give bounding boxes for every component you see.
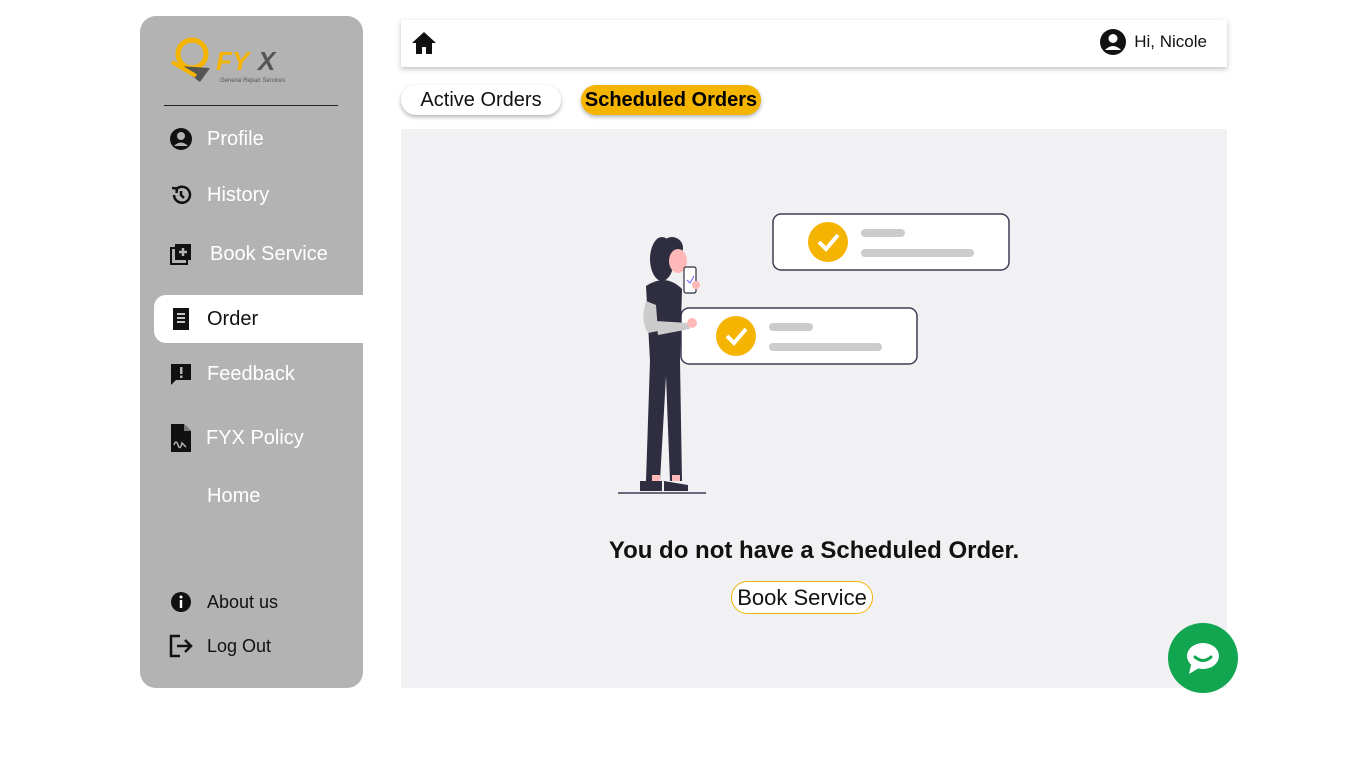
- empty-state-illustration: [618, 213, 1010, 494]
- sidebar-item-profile[interactable]: Profile: [154, 115, 363, 163]
- logout-icon: [168, 633, 194, 659]
- about-us-label: About us: [207, 591, 279, 612]
- book-service-button[interactable]: Book Service: [731, 581, 873, 614]
- sidebar-item-label: Book Service: [210, 242, 328, 265]
- user-greeting: Hi, Nicole: [1134, 32, 1207, 51]
- home-icon[interactable]: [411, 30, 437, 56]
- sidebar-item-label: Home: [207, 484, 261, 507]
- fyx-logo[interactable]: FY X General Repair Services: [170, 32, 300, 88]
- sidebar-item-history[interactable]: History: [154, 171, 363, 219]
- sidebar-item-label: Order: [207, 307, 259, 330]
- sidebar-item-label: History: [207, 183, 270, 206]
- policy-document-icon: [168, 424, 194, 452]
- history-icon: [168, 182, 194, 208]
- chat-bubble-icon: [1187, 643, 1219, 674]
- sidebar-item-feedback[interactable]: Feedback: [154, 350, 363, 398]
- sidebar-item-order[interactable]: Order: [154, 295, 363, 343]
- feedback-icon: [168, 361, 194, 387]
- user-circle-icon: [168, 126, 194, 152]
- svg-text:General Repair Services: General Repair Services: [220, 78, 285, 84]
- sidebar-item-fyx-policy[interactable]: FYX Policy: [154, 414, 363, 462]
- top-bar: Hi, Nicole: [401, 20, 1227, 67]
- user-avatar-icon: [1100, 29, 1127, 55]
- sidebar-item-label: Profile: [207, 127, 264, 150]
- orders-panel: You do not have a Scheduled Order. Book …: [401, 129, 1227, 688]
- add-library-icon: [168, 241, 194, 267]
- logo-divider: [164, 105, 338, 106]
- sidebar-item-home[interactable]: Home: [154, 472, 363, 520]
- receipt-icon: [168, 306, 194, 332]
- user-menu[interactable]: Hi, Nicole: [1099, 27, 1207, 57]
- sidebar-item-book-service[interactable]: Book Service: [154, 230, 363, 278]
- info-icon: [168, 589, 194, 615]
- log-out-label: Log Out: [207, 635, 272, 656]
- chat-button[interactable]: [1168, 623, 1238, 693]
- empty-state-message: You do not have a Scheduled Order.: [608, 537, 1020, 564]
- sidebar-item-label: Feedback: [207, 362, 295, 385]
- svg-text:FY: FY: [216, 46, 252, 76]
- about-us-link[interactable]: About us: [154, 578, 363, 626]
- sidebar-item-label: FYX Policy: [206, 426, 304, 449]
- tab-active-orders[interactable]: Active Orders: [401, 85, 561, 115]
- sidebar: FY X General Repair Services Profile His…: [140, 16, 363, 688]
- log-out-button[interactable]: Log Out: [154, 622, 363, 670]
- svg-text:X: X: [256, 46, 277, 76]
- tab-scheduled-orders[interactable]: Scheduled Orders: [581, 85, 761, 115]
